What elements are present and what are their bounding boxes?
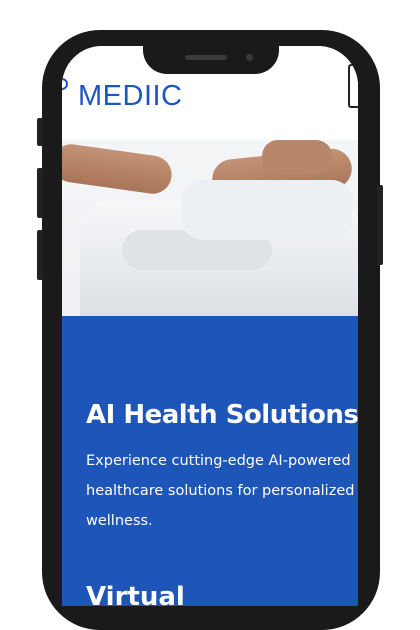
site-logo[interactable]: MEDIIC xyxy=(78,82,183,111)
phone-volume-down-button xyxy=(37,230,43,280)
doctor-hand xyxy=(262,140,332,174)
phone-screen: MEDIIC AI Health Solutions Experience cu… xyxy=(62,46,358,606)
phone-power-button xyxy=(377,185,383,265)
phone-speaker xyxy=(185,55,227,60)
phone-camera xyxy=(246,54,253,61)
menu-button[interactable] xyxy=(348,64,358,108)
next-section-title: Virtual xyxy=(86,582,185,606)
phone-volume-up-button xyxy=(37,168,43,218)
ai-health-section: AI Health Solutions Experience cutting-e… xyxy=(62,316,358,606)
logo-mark-icon xyxy=(62,78,68,90)
section-description: Experience cutting-edge AI-powered healt… xyxy=(86,453,355,529)
hero-image xyxy=(62,140,358,316)
phone-notch xyxy=(143,30,279,74)
coat-sleeve xyxy=(182,180,352,240)
phone-side-button xyxy=(37,118,43,146)
section-title: AI Health Solutions xyxy=(86,400,358,430)
doctor-arm-left xyxy=(62,141,175,197)
